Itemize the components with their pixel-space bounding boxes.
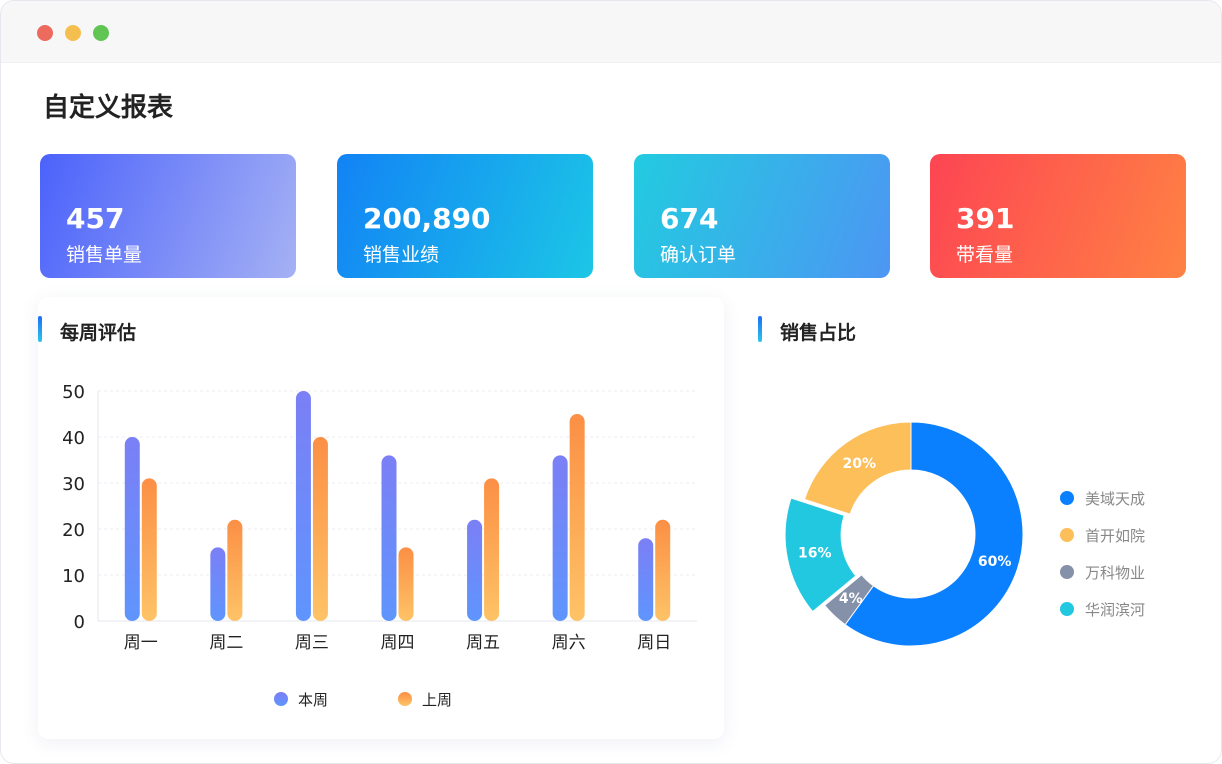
maximize-window-button[interactable] [93, 25, 109, 41]
slice-percent-label: 60% [978, 554, 1012, 570]
bar-this-week[interactable] [467, 519, 483, 621]
x-tick-label: 周二 [209, 633, 243, 653]
stat-card-confirmed-orders[interactable]: 674 确认订单 [634, 154, 890, 278]
donut-slice-group[interactable]: 20% [803, 421, 912, 515]
stat-label: 销售单量 [66, 244, 143, 266]
legend-item-last-week[interactable]: 上周 [398, 691, 452, 709]
legend-label: 首开如院 [1085, 527, 1145, 545]
donut-legend-item[interactable]: 万科物业 [1060, 564, 1145, 582]
legend-item-this-week[interactable]: 本周 [274, 691, 328, 709]
app-window: 自定义报表 457 销售单量 200,890 销售业绩 674 确认订单 391… [0, 0, 1222, 764]
bar-this-week[interactable] [210, 547, 226, 621]
legend-dot [1060, 491, 1074, 505]
legend-dot [1060, 565, 1074, 579]
stat-label: 带看量 [956, 244, 1014, 266]
stat-card-sales-count[interactable]: 457 销售单量 [40, 154, 296, 278]
minimize-window-button[interactable] [65, 25, 81, 41]
legend-dot [1060, 602, 1074, 616]
stat-value: 457 [66, 202, 125, 235]
legend-dot [274, 692, 288, 706]
window-titlebar [1, 1, 1221, 63]
bar-last-week[interactable] [655, 519, 671, 621]
legend-label: 本周 [298, 691, 328, 709]
legend-label: 上周 [422, 691, 452, 709]
donut-legend-item[interactable]: 华润滨河 [1060, 601, 1145, 619]
stat-card-viewings[interactable]: 391 带看量 [930, 154, 1186, 278]
stat-label: 销售业绩 [363, 244, 440, 266]
bar-last-week[interactable] [312, 437, 328, 621]
close-window-button[interactable] [37, 25, 53, 41]
bar-this-week[interactable] [124, 437, 140, 621]
bar-last-week[interactable] [484, 478, 500, 621]
donut-legend-item[interactable]: 首开如院 [1060, 527, 1145, 545]
legend-label: 华润滨河 [1085, 601, 1145, 619]
x-tick-label: 周三 [295, 633, 329, 653]
x-tick-label: 周六 [552, 633, 586, 653]
y-tick-label: 50 [62, 382, 85, 403]
bar-last-week[interactable] [141, 478, 157, 621]
stat-value: 391 [956, 202, 1015, 235]
stat-card-sales-revenue[interactable]: 200,890 销售业绩 [337, 154, 593, 278]
section-accent-bar [758, 316, 762, 342]
page-title: 自定义报表 [43, 93, 174, 123]
y-tick-label: 0 [74, 612, 85, 633]
bar-last-week[interactable] [398, 547, 414, 621]
legend-label: 万科物业 [1085, 564, 1145, 582]
x-tick-label: 周日 [637, 633, 671, 653]
share-section-title: 销售占比 [780, 322, 857, 344]
x-tick-label: 周五 [466, 633, 500, 653]
slice-percent-label: 16% [798, 545, 832, 561]
x-tick-label: 周四 [381, 633, 415, 653]
stat-label: 确认订单 [660, 244, 737, 266]
section-accent-bar [38, 316, 42, 342]
bar-this-week[interactable] [638, 538, 654, 621]
bar-this-week[interactable] [381, 455, 397, 621]
bar-this-week[interactable] [552, 455, 568, 621]
legend-dot [398, 692, 412, 706]
weekly-section-title: 每周评估 [60, 322, 137, 344]
bar-last-week[interactable] [569, 414, 585, 621]
legend-dot [1060, 528, 1074, 542]
legend-label: 美域天成 [1085, 490, 1145, 508]
stat-value: 674 [660, 202, 719, 235]
y-tick-label: 10 [62, 566, 85, 587]
slice-percent-label: 4% [839, 591, 863, 607]
y-tick-label: 30 [62, 474, 85, 495]
slice-percent-label: 20% [843, 456, 877, 472]
x-tick-label: 周一 [124, 633, 158, 653]
bar-this-week[interactable] [295, 391, 311, 621]
y-tick-label: 20 [62, 520, 85, 541]
y-tick-label: 40 [62, 428, 85, 449]
stat-value: 200,890 [363, 202, 491, 235]
weekly-bar-chart: 0 10 20 30 40 50 周一 周二 周三 周四 周五 周六 周日本周 上周 [62, 382, 697, 709]
sales-share-donut-chart: 60% 4% 16% 20% 美域天成首开如院万科物业华润滨河 [784, 421, 1145, 647]
donut-legend-item[interactable]: 美域天成 [1060, 490, 1145, 508]
bar-last-week[interactable] [227, 519, 243, 621]
